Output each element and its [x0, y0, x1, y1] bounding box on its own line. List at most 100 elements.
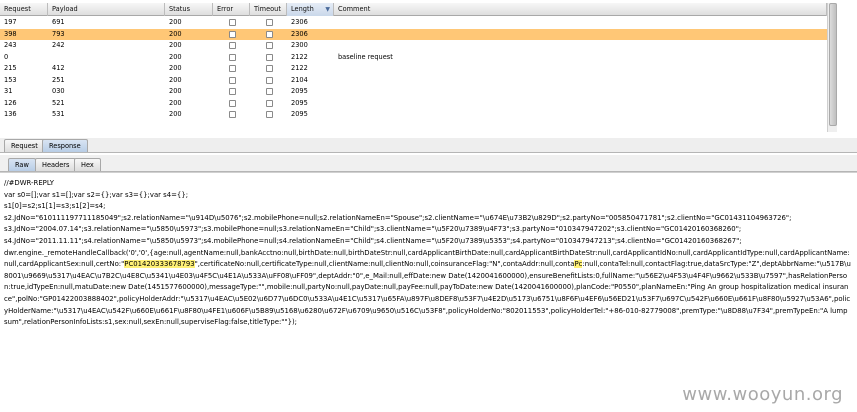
- table-row[interactable]: [0, 121, 827, 132]
- error-checkbox[interactable]: [229, 111, 236, 118]
- tab-raw[interactable]: Raw: [8, 158, 36, 171]
- cell-length: 2122: [291, 64, 308, 72]
- table-row[interactable]: 243 242 200 2300: [0, 40, 827, 51]
- cell-timeout: [250, 121, 287, 132]
- cell-error: [213, 86, 250, 97]
- cell-length: 2300: [291, 41, 308, 49]
- cell-status: 200: [169, 98, 182, 107]
- cell-payload: 691: [52, 18, 65, 26]
- column-header-length[interactable]: Length ▼: [287, 3, 334, 16]
- cell-status: 200: [169, 75, 182, 84]
- cell-comment: [334, 17, 827, 28]
- cell-request: 398: [4, 29, 17, 38]
- tab-headers[interactable]: Headers: [35, 158, 77, 171]
- watermark-logo: www.wooyun.org: [682, 384, 843, 405]
- tab-response[interactable]: Response: [42, 139, 88, 152]
- timeout-checkbox[interactable]: [266, 53, 273, 61]
- response-body[interactable]: //#DWR-REPLY var s0=[];var s1=[];var s2=…: [0, 172, 857, 412]
- table-row[interactable]: 215 412 200 2122: [0, 63, 827, 74]
- table-vertical-scrollbar[interactable]: [827, 3, 837, 132]
- timeout-checkbox[interactable]: [266, 99, 273, 107]
- cell-payload: [48, 121, 165, 132]
- response-line: var s0=[];var s1=[];var s2={};var s3={};…: [4, 190, 189, 199]
- timeout-checkbox[interactable]: [266, 42, 273, 49]
- error-checkbox[interactable]: [229, 76, 236, 84]
- table-row[interactable]: 31 030 200 2095: [0, 86, 827, 97]
- table-row[interactable]: 153 251 200 2104: [0, 75, 827, 86]
- cell-length: [287, 121, 334, 132]
- cell-timeout: [250, 109, 287, 120]
- cell-length: 2095: [291, 87, 308, 95]
- response-line: s1[0]=s2;s1[1]=s3;s1[2]=s4;: [4, 202, 106, 211]
- error-checkbox[interactable]: [229, 19, 236, 26]
- column-header-request[interactable]: Request: [0, 3, 48, 16]
- cell-timeout: [250, 29, 287, 40]
- message-tabs: Request Response: [0, 138, 857, 153]
- cell-payload: [48, 52, 165, 63]
- cell-error: [213, 109, 250, 120]
- error-checkbox[interactable]: [229, 53, 236, 61]
- table-row[interactable]: 0 200 2122 baseline request: [0, 52, 827, 63]
- table-header: Request Payload Status Error Timeout Len…: [0, 3, 827, 16]
- cell-request: 136: [4, 110, 17, 118]
- response-raw-text: //#DWR-REPLY var s0=[];var s1=[];var s2=…: [4, 178, 852, 329]
- tab-request[interactable]: Request: [4, 139, 45, 152]
- cell-length: 2306: [291, 29, 308, 38]
- table-row[interactable]: 136 531 200 2095: [0, 109, 827, 120]
- cell-error: [213, 75, 250, 86]
- column-header-timeout[interactable]: Timeout: [250, 3, 287, 16]
- table-row[interactable]: 197 691 200 2306: [0, 17, 827, 28]
- cell-error: [213, 40, 250, 51]
- cell-status: 200: [169, 29, 182, 38]
- view-tabs: Raw Headers Hex: [0, 155, 857, 172]
- timeout-checkbox[interactable]: [266, 88, 273, 95]
- results-table: Request Payload Status Error Timeout Len…: [0, 0, 857, 132]
- response-line: ",certificateNo:null,certificateType:nul…: [194, 260, 575, 269]
- cell-payload: 521: [52, 98, 65, 107]
- error-checkbox[interactable]: [229, 88, 236, 95]
- cell-comment: [334, 75, 827, 86]
- cell-comment: [334, 63, 827, 74]
- timeout-checkbox[interactable]: [266, 19, 273, 26]
- cell-payload: 030: [52, 87, 65, 95]
- error-checkbox[interactable]: [229, 30, 236, 38]
- cell-comment: [334, 86, 827, 97]
- cell-length: 2095: [291, 110, 308, 118]
- cell-request: 243: [4, 41, 17, 49]
- table-row[interactable]: 398 793 200 2306: [0, 28, 827, 40]
- cell-payload: 793: [52, 29, 65, 38]
- cell-comment: [334, 98, 827, 109]
- timeout-checkbox[interactable]: [266, 111, 273, 118]
- error-checkbox[interactable]: [229, 99, 236, 107]
- cell-length: 2122: [291, 52, 308, 61]
- tab-hex[interactable]: Hex: [74, 158, 101, 171]
- cell-request: 197: [4, 18, 17, 26]
- cell-error: [213, 52, 250, 63]
- cell-payload: 531: [52, 110, 65, 118]
- column-header-error[interactable]: Error: [213, 3, 250, 16]
- cell-timeout: [250, 40, 287, 51]
- cell-status: [165, 121, 213, 132]
- timeout-checkbox[interactable]: [266, 76, 273, 84]
- column-header-comment[interactable]: Comment: [334, 3, 827, 16]
- column-header-status[interactable]: Status: [165, 3, 213, 16]
- cell-status: 200: [169, 64, 182, 72]
- scrollbar-thumb[interactable]: [829, 3, 837, 126]
- cell-length: 2104: [291, 75, 308, 84]
- cell-payload: 242: [52, 41, 65, 49]
- cell-length: 2095: [291, 98, 308, 107]
- error-checkbox[interactable]: [229, 42, 236, 49]
- sort-descending-icon: ▼: [325, 6, 330, 13]
- column-header-payload[interactable]: Payload: [48, 3, 165, 16]
- error-checkbox[interactable]: [229, 65, 236, 72]
- table-row[interactable]: 126 521 200 2095: [0, 98, 827, 109]
- cell-comment: [334, 109, 827, 120]
- response-line: s3.JdNo="2004.07.14";s3.relationName="\u…: [4, 225, 742, 234]
- timeout-checkbox[interactable]: [266, 65, 273, 72]
- response-line: s4.JdNo="2011.11.11";s4.relationName="\u…: [4, 236, 742, 245]
- cell-error: [213, 121, 250, 132]
- cell-timeout: [250, 52, 287, 63]
- timeout-checkbox[interactable]: [266, 30, 273, 38]
- column-header-length-label: Length: [291, 5, 314, 13]
- cell-payload: 412: [52, 64, 65, 72]
